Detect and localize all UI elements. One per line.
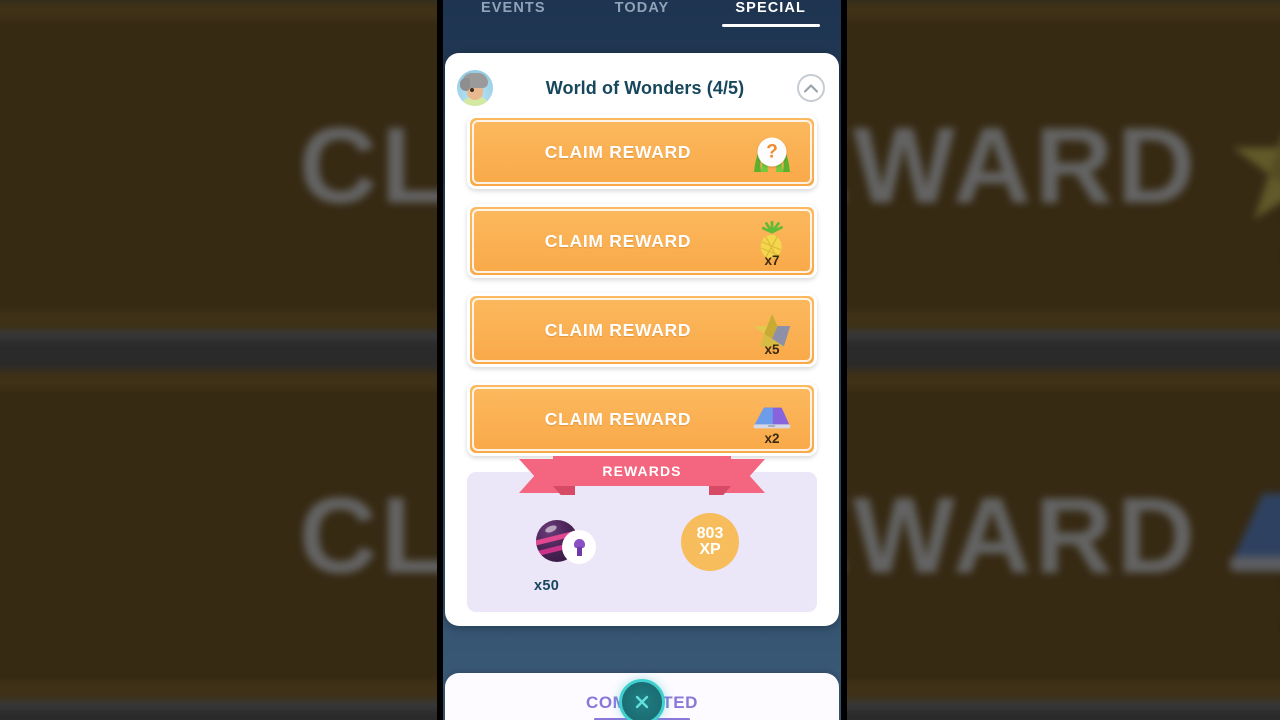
screen-root: CLAIM REWARD x7 CLAIM REWARD bbox=[0, 0, 1280, 720]
xp-badge: 803 XP bbox=[681, 513, 739, 571]
star-piece-icon bbox=[1221, 88, 1280, 243]
claim-icon-slot: ? bbox=[744, 131, 800, 173]
xp-amount: 803 bbox=[696, 524, 724, 542]
rewards-ribbon: REWARDS bbox=[519, 456, 765, 496]
trainer-avatar-icon bbox=[457, 70, 493, 106]
claim-reward-icon-wrap: ? bbox=[744, 131, 800, 173]
close-x-icon[interactable] bbox=[619, 679, 665, 720]
chevron-up-icon[interactable] bbox=[797, 74, 825, 102]
claim-reward-button-1[interactable]: CLAIM REWARD ? bbox=[467, 115, 817, 189]
incense-icon bbox=[562, 530, 596, 564]
phone-viewport: EVENTS TODAY SPECIAL World of Wonders (4… bbox=[443, 0, 841, 720]
claim-reward-multiplier: x2 bbox=[764, 430, 780, 446]
poke-ball-incense-icon bbox=[528, 514, 620, 570]
tab-events[interactable]: EVENTS bbox=[449, 0, 578, 16]
pokemon-encounter-question-icon: ? bbox=[749, 131, 795, 173]
tab-bar: EVENTS TODAY SPECIAL bbox=[443, 0, 841, 34]
claim-reward-multiplier: x7 bbox=[764, 252, 780, 268]
claim-reward-button-2[interactable]: CLAIM REWARD x7 bbox=[467, 204, 817, 278]
tab-today[interactable]: TODAY bbox=[578, 0, 707, 16]
reward-item-pokeball: x50 bbox=[528, 514, 620, 594]
ribbon-tail-right bbox=[725, 459, 765, 493]
claim-reward-label: CLAIM REWARD bbox=[544, 141, 692, 162]
claim-reward-label: CLAIM REWARD bbox=[544, 230, 692, 251]
question-mark-glyph: ? bbox=[757, 137, 787, 167]
reward-item-xp: 803 XP bbox=[664, 513, 756, 571]
claim-reward-button-4[interactable]: CLAIM REWARD x2 bbox=[467, 382, 817, 456]
lucky-egg-icon bbox=[752, 404, 792, 434]
claim-reward-multiplier: x5 bbox=[764, 341, 780, 357]
frame-gap-right bbox=[841, 0, 847, 720]
lucky-egg-icon bbox=[1221, 478, 1280, 593]
claim-reward-button-3[interactable]: CLAIM REWARD x5 bbox=[467, 293, 817, 367]
claim-reward-label: CLAIM REWARD bbox=[544, 319, 692, 340]
claim-reward-label: CLAIM REWARD bbox=[544, 408, 692, 429]
xp-badge-slot: 803 XP bbox=[664, 513, 756, 571]
rewards-ribbon-label: REWARDS bbox=[602, 463, 682, 479]
ribbon-body: REWARDS bbox=[553, 456, 731, 486]
page-title: World of Wonders (4/5) bbox=[545, 77, 745, 98]
research-card-header: World of Wonders (4/5) bbox=[445, 61, 839, 115]
xp-unit-label: XP bbox=[699, 541, 721, 558]
rewards-section: REWARDS x50 803 XP bbox=[467, 456, 817, 612]
claim-reward-list: CLAIM REWARD ? CLAIM REWARD x7 CLAIM REW… bbox=[445, 115, 839, 456]
reward-count: x50 bbox=[534, 578, 560, 594]
tab-special[interactable]: SPECIAL bbox=[706, 0, 835, 27]
research-card: World of Wonders (4/5) CLAIM REWARD ? CL… bbox=[445, 53, 839, 626]
